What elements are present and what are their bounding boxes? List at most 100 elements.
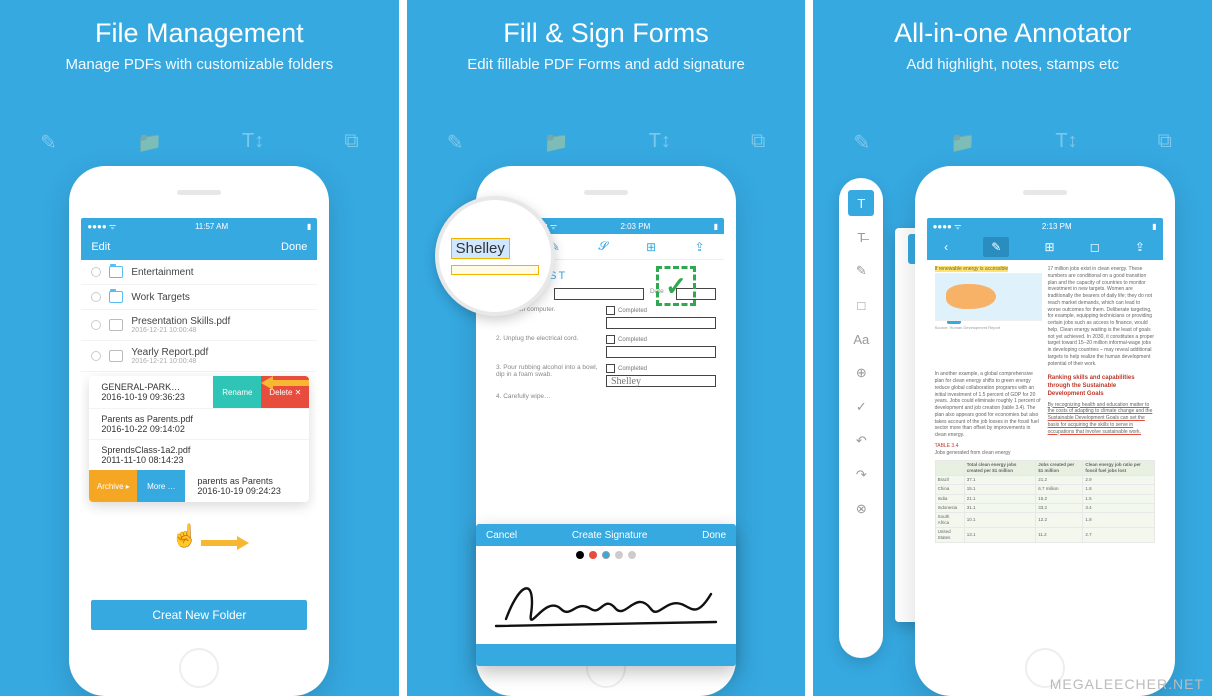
tool-undo[interactable]: ↶ [848, 428, 874, 454]
input-notes[interactable] [606, 317, 716, 329]
file-date: 2016-10-22 09:14:02 [101, 424, 193, 434]
list-item[interactable]: Parents as Parents.pdf2016-10-22 09:14:0… [89, 408, 309, 439]
status-time: 2:13 PM [1042, 222, 1072, 231]
annotate-toolbar: ‹ ✎ ⊞ ◻ ⇪ [927, 234, 1163, 260]
panel3-subtitle: Add highlight, notes, stamps etc [813, 56, 1212, 73]
battery-icon: ▮ [714, 222, 718, 231]
panel1-subtitle: Manage PDFs with customizable folders [0, 56, 399, 73]
color-grey2[interactable] [628, 551, 636, 559]
status-time: 11:57 AM [195, 222, 228, 231]
list-item[interactable]: SprendsClass-1a2.pdf2011-11-10 08:14:23 [89, 439, 309, 470]
grid-icon[interactable]: ⊞ [646, 240, 656, 254]
archive-button[interactable]: Archive ▸ [89, 470, 137, 502]
tool-rectangle[interactable]: □ [848, 292, 874, 318]
file-date: 2016-12-21 10:00:48 [131, 358, 208, 365]
file-name: GENERAL-PARK… [101, 382, 185, 392]
tool-textbox[interactable]: Aa [848, 326, 874, 352]
radio-icon[interactable] [91, 320, 101, 330]
folder-name: Entertainment [131, 267, 193, 278]
label-q3: 3. Pour rubbing alcohol into a bowl, dip… [496, 364, 600, 378]
status-time: 2:03 PM [620, 222, 650, 231]
more-button[interactable]: More … [137, 470, 185, 502]
pencil-tool-active[interactable]: ✎ [983, 237, 1009, 257]
tool-redo[interactable]: ↷ [848, 462, 874, 488]
list-item[interactable]: Work Targets [81, 285, 317, 310]
copy-icon: ⧉ [344, 130, 358, 155]
checkmark-stamp-icon: ✓ [656, 266, 696, 306]
checkbox-completed[interactable]: Completed [606, 306, 716, 315]
color-blue[interactable] [602, 551, 610, 559]
list-item[interactable]: Yearly Report.pdf2016-12-21 10:00:48 [81, 341, 317, 372]
radio-icon[interactable] [91, 267, 101, 277]
list-item[interactable]: GENERAL-PARK…2016-10-19 09:36:23 [89, 376, 213, 408]
list-item[interactable]: Entertainment [81, 260, 317, 285]
label-q4: 4. Carefully wipe… [496, 393, 716, 400]
list-item[interactable]: Presentation Skills.pdf2016-12-21 10:00:… [81, 310, 317, 341]
file-name: Yearly Report.pdf [131, 347, 208, 358]
annotation-toolbar-sidebar: T T̶ ✎ □ Aa ⊕ ✓ ↶ ↷ ⊗ [839, 178, 883, 658]
folder-icon: 📁 [950, 130, 975, 155]
hand-pointer-icon: ☝ [171, 523, 198, 549]
world-map-figure [935, 273, 1042, 321]
signature-canvas[interactable] [476, 564, 736, 644]
tool-stamp[interactable]: ⊕ [848, 360, 874, 386]
battery-icon: ▮ [307, 222, 311, 231]
swipe-right-arrow-icon [201, 536, 249, 550]
cancel-button[interactable]: Cancel [486, 530, 517, 541]
share-icon[interactable]: ⇪ [1135, 240, 1145, 254]
rename-button[interactable]: Rename [213, 376, 261, 408]
folder-icon [109, 291, 123, 303]
radio-icon[interactable] [91, 351, 101, 361]
table-title: Jobs generated from clean energy [935, 450, 1155, 457]
home-button[interactable] [179, 648, 219, 688]
input-signature[interactable]: Shelley [606, 375, 716, 387]
label-q2: 2. Unplug the electrical cord. [496, 335, 600, 342]
text-input-highlight[interactable]: Shelley [451, 238, 510, 259]
tool-signature[interactable]: ✓ [848, 394, 874, 420]
battery-icon: ▮ [1152, 222, 1156, 231]
nav-edit[interactable]: Edit [91, 241, 110, 253]
file-name: parents as Parents [197, 476, 281, 486]
checkbox-completed[interactable]: Completed [606, 335, 716, 344]
tool-text-highlight[interactable]: T [848, 190, 874, 216]
status-bar: ●●●● ᯤ 2:13 PM ▮ [927, 218, 1163, 234]
copy-icon: ⧉ [751, 130, 765, 155]
radio-icon[interactable] [91, 292, 101, 302]
phone-mockup-1: ●●●● ᯤ 11:57 AM ▮ Edit Done Entertainmen… [69, 166, 329, 696]
panel-fill-sign: Fill & Sign Forms Edit fillable PDF Form… [407, 0, 806, 696]
done-button[interactable]: Done [702, 530, 726, 541]
signature-icon[interactable]: 𝓢 [598, 239, 607, 254]
back-icon[interactable]: ‹ [944, 240, 948, 254]
magnifier-callout: Shelley [435, 196, 555, 316]
status-bar: ●●●● ᯤ 11:57 AM ▮ [81, 218, 317, 234]
underlined-text: By recognizing health and education matt… [1048, 402, 1153, 435]
folder-icon: 📁 [544, 130, 569, 155]
grid-icon[interactable]: ⊞ [1045, 240, 1055, 254]
color-picker [476, 546, 736, 564]
tool-pencil[interactable]: ✎ [848, 258, 874, 284]
create-signature-panel: Cancel Create Signature Done [476, 524, 736, 666]
bg-icons: ✎📁T↕⧉ [813, 130, 1212, 155]
share-icon[interactable]: ⇪ [695, 240, 705, 254]
input-name[interactable] [554, 288, 644, 300]
screen-1: ●●●● ᯤ 11:57 AM ▮ Edit Done Entertainmen… [81, 218, 317, 640]
color-black[interactable] [576, 551, 584, 559]
tool-strikethrough[interactable]: T̶ [848, 224, 874, 250]
bookmark-icon[interactable]: ◻ [1090, 240, 1100, 254]
checkbox-completed[interactable]: Completed [606, 364, 716, 373]
color-grey[interactable] [615, 551, 623, 559]
nav-done[interactable]: Done [281, 241, 307, 253]
pencil-icon: ✎ [853, 130, 870, 155]
tool-close[interactable]: ⊗ [848, 496, 874, 522]
create-new-folder-button[interactable]: Creat New Folder [91, 600, 307, 630]
bg-icons: ✎📁T↕⧉ [0, 130, 399, 155]
signature-footer [476, 644, 736, 666]
input-notes[interactable] [606, 346, 716, 358]
list-item[interactable]: parents as Parents2016-10-19 09:24:23 [185, 470, 309, 502]
file-date: 2016-10-19 09:24:23 [197, 486, 281, 496]
highlight-field [451, 265, 539, 275]
color-red[interactable] [589, 551, 597, 559]
text-icon: T↕ [242, 130, 264, 155]
bg-icons: ✎📁T↕⧉ [407, 130, 806, 155]
highlighted-text: If renewable energy is accessible [935, 266, 1009, 272]
